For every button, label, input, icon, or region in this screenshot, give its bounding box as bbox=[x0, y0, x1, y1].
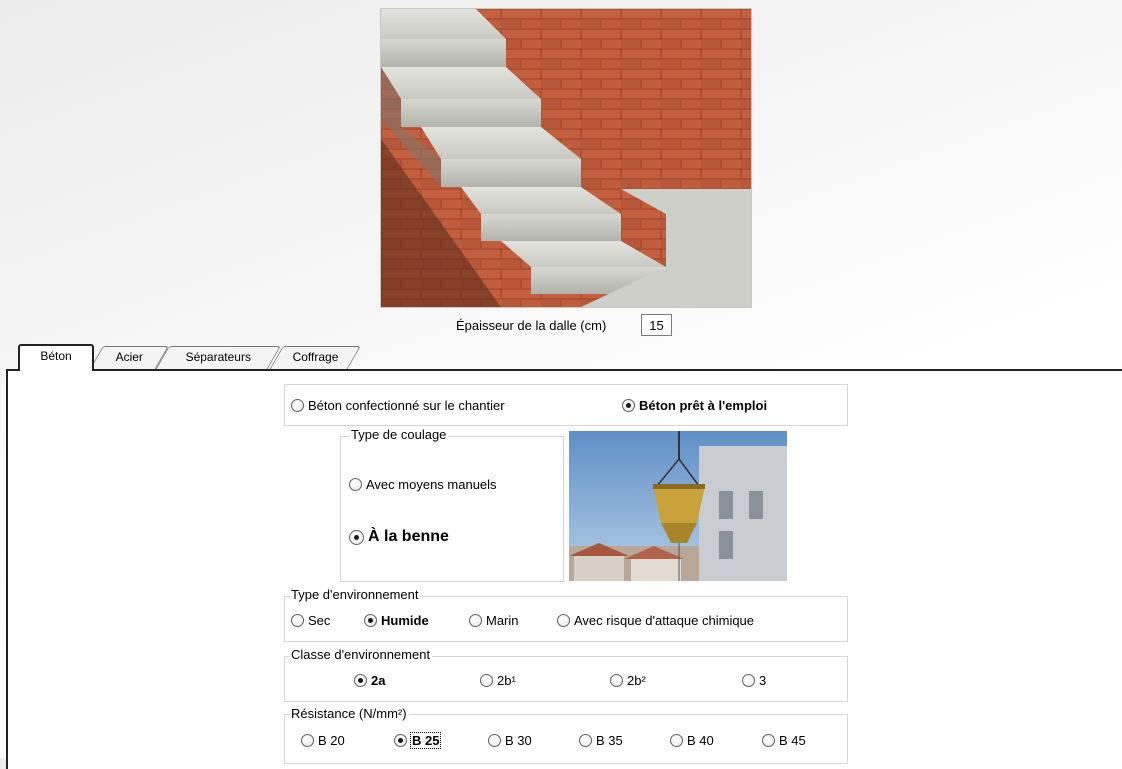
radio-b30-label: B 30 bbox=[505, 733, 532, 748]
environment-class-legend: Classe d'environnement bbox=[290, 647, 433, 662]
tab-coffrage[interactable]: Coffrage bbox=[269, 346, 361, 370]
radio-b20-label: B 20 bbox=[318, 733, 345, 748]
resistance-legend: Résistance (N/mm²) bbox=[290, 706, 409, 721]
radio-env-dry[interactable]: Sec bbox=[291, 613, 330, 628]
radio-resistance-b25[interactable]: B 25 bbox=[394, 732, 442, 749]
stair-image bbox=[380, 8, 752, 308]
radio-b45-dot bbox=[762, 734, 775, 747]
radio-class-2b1-dot bbox=[480, 674, 493, 687]
tab-separateurs-label: Séparateurs bbox=[185, 350, 252, 364]
radio-b40-dot bbox=[670, 734, 683, 747]
radio-resistance-b45[interactable]: B 45 bbox=[762, 733, 806, 748]
radio-ready-mixed-label: Béton prêt à l'emploi bbox=[639, 398, 768, 413]
radio-b30-dot bbox=[488, 734, 501, 747]
crane-bucket-illustration bbox=[569, 431, 787, 581]
radio-resistance-b40[interactable]: B 40 bbox=[670, 733, 714, 748]
crane-bucket-image bbox=[569, 431, 787, 581]
pouring-type-legend: Type de coulage bbox=[350, 427, 449, 442]
radio-b25-label: B 25 bbox=[409, 732, 442, 749]
radio-class-3-label: 3 bbox=[759, 673, 767, 688]
radio-site-mixed-label: Béton confectionné sur le chantier bbox=[308, 398, 505, 413]
radio-b35-dot bbox=[579, 734, 592, 747]
radio-class-2b2[interactable]: 2b² bbox=[610, 673, 646, 688]
tab-beton[interactable]: Béton bbox=[18, 344, 94, 371]
radio-resistance-b20[interactable]: B 20 bbox=[301, 733, 345, 748]
radio-env-marine[interactable]: Marin bbox=[469, 613, 519, 628]
radio-class-2b1-label: 2b¹ bbox=[497, 673, 516, 688]
radio-bucket-dot bbox=[349, 529, 364, 545]
radio-env-dry-dot bbox=[291, 614, 304, 627]
radio-env-chemical-label: Avec risque d'attaque chimique bbox=[574, 613, 755, 628]
beton-tab-panel bbox=[6, 369, 1122, 769]
slab-thickness-label: Épaisseur de la dalle (cm) bbox=[456, 318, 607, 333]
radio-site-mixed-concrete[interactable]: Béton confectionné sur le chantier bbox=[291, 398, 505, 413]
radio-manual-pouring[interactable]: Avec moyens manuels bbox=[349, 477, 497, 492]
radio-manual-dot bbox=[349, 478, 362, 491]
radio-env-marine-label: Marin bbox=[486, 613, 519, 628]
radio-b25-dot bbox=[394, 734, 407, 747]
radio-env-humid-dot bbox=[364, 614, 377, 627]
radio-env-dry-label: Sec bbox=[308, 613, 331, 628]
radio-env-chemical[interactable]: Avec risque d'attaque chimique bbox=[557, 613, 754, 628]
radio-env-humid[interactable]: Humide bbox=[364, 613, 429, 628]
radio-site-mixed-dot bbox=[291, 399, 304, 412]
radio-ready-mixed-dot bbox=[622, 399, 635, 412]
tab-acier-label: Acier bbox=[115, 350, 144, 364]
radio-class-3[interactable]: 3 bbox=[742, 673, 766, 688]
tab-beton-label: Béton bbox=[40, 349, 72, 363]
radio-b40-label: B 40 bbox=[687, 733, 714, 748]
environment-type-legend: Type d'environnement bbox=[290, 587, 421, 602]
radio-class-3-dot bbox=[742, 674, 755, 687]
radio-class-2b2-dot bbox=[610, 674, 623, 687]
radio-env-marine-dot bbox=[469, 614, 482, 627]
radio-b20-dot bbox=[301, 734, 314, 747]
radio-resistance-b35[interactable]: B 35 bbox=[579, 733, 623, 748]
radio-resistance-b30[interactable]: B 30 bbox=[488, 733, 532, 748]
radio-class-2b2-label: 2b² bbox=[627, 673, 646, 688]
stair-illustration bbox=[381, 9, 751, 307]
slab-thickness-input[interactable] bbox=[641, 314, 672, 336]
radio-bucket-pouring[interactable]: À la benne bbox=[349, 528, 449, 546]
tab-coffrage-label: Coffrage bbox=[292, 350, 339, 364]
radio-bucket-label: À la benne bbox=[368, 528, 449, 545]
radio-manual-label: Avec moyens manuels bbox=[366, 477, 497, 492]
radio-class-2b1[interactable]: 2b¹ bbox=[480, 673, 516, 688]
radio-env-humid-label: Humide bbox=[381, 613, 429, 628]
radio-b35-label: B 35 bbox=[596, 733, 623, 748]
radio-class-2a-label: 2a bbox=[371, 673, 386, 688]
radio-b45-label: B 45 bbox=[779, 733, 806, 748]
tab-separateurs[interactable]: Séparateurs bbox=[155, 346, 281, 370]
radio-env-chemical-dot bbox=[557, 614, 570, 627]
radio-ready-mixed-concrete[interactable]: Béton prêt à l'emploi bbox=[622, 398, 767, 413]
radio-class-2a-dot bbox=[354, 674, 367, 687]
radio-class-2a[interactable]: 2a bbox=[354, 673, 385, 688]
pouring-type-group bbox=[340, 436, 564, 582]
